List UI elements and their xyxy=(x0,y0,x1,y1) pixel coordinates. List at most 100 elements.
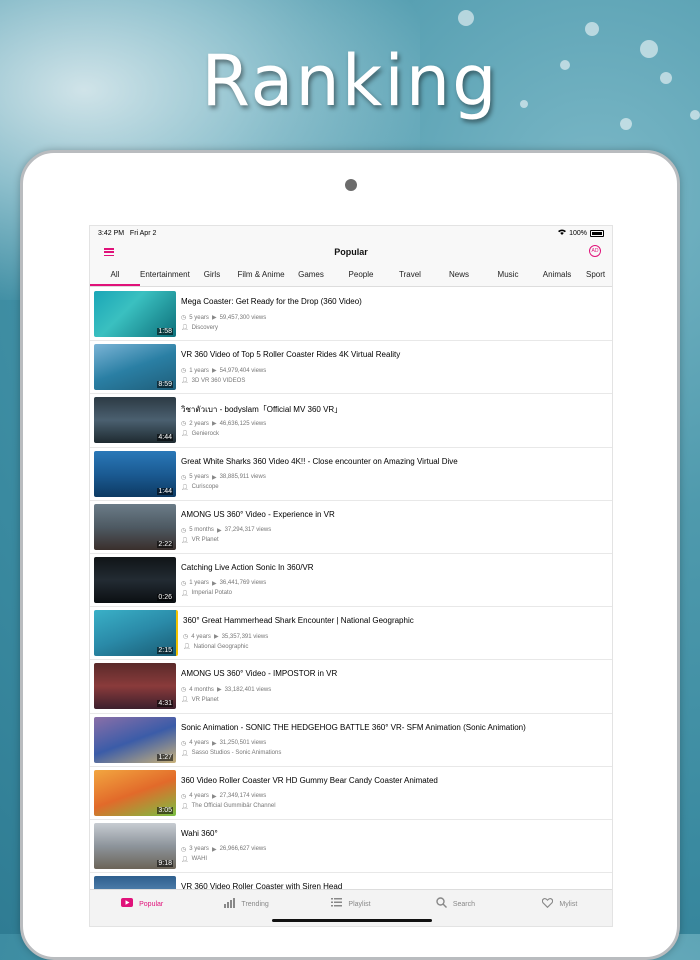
tab-news[interactable]: News xyxy=(434,264,484,286)
video-thumbnail[interactable]: 0:26 xyxy=(94,556,176,603)
video-duration: 0:26 xyxy=(157,593,173,601)
video-title: AMONG US 360° Video - IMPOSTOR in VR xyxy=(181,669,338,679)
clock-icon: ◷ xyxy=(181,846,187,853)
list-item[interactable]: 8:59 VR 360 Video of Top 5 Roller Coaste… xyxy=(90,341,612,395)
bokeh-dot xyxy=(458,10,474,26)
video-title: Great White Sharks 360 Video 4K!! - Clos… xyxy=(181,456,458,466)
list-item[interactable]: 4:44 วิชาตัวเบา - bodyslam「Official MV 3… xyxy=(90,394,612,448)
tab-entertainment[interactable]: Entertainment xyxy=(140,264,190,286)
battery-percent: 100% xyxy=(569,229,587,237)
play-icon: ▶ xyxy=(211,580,217,587)
user-icon: 👤︎ xyxy=(181,803,189,810)
bottom-tab-bar: Popular Trending Playlist Search Mylist xyxy=(90,889,612,926)
list-icon xyxy=(331,898,343,910)
list-item[interactable]: 3:05 360 Video Roller Coaster VR HD Gumm… xyxy=(90,767,612,820)
user-icon: 👤︎ xyxy=(183,644,191,651)
tab-music[interactable]: Music xyxy=(484,264,532,286)
user-icon: 👤︎ xyxy=(181,856,189,863)
tab-sport[interactable]: Sport xyxy=(582,264,612,286)
app-screen: 3:42 PM Fri Apr 2 100% Popular AD All En… xyxy=(89,225,613,927)
home-indicator xyxy=(272,919,432,922)
video-channel: National Geographic xyxy=(193,643,249,650)
video-thumbnail[interactable]: 1:58 xyxy=(94,291,176,337)
list-item[interactable]: 0:26 Catching Live Action Sonic In 360/V… xyxy=(90,554,612,608)
youtube-play-icon xyxy=(121,898,134,910)
menu-icon[interactable] xyxy=(104,248,114,256)
video-title: AMONG US 360° Video - Experience in VR xyxy=(181,509,335,519)
tab-animals[interactable]: Animals xyxy=(532,264,582,286)
play-icon: ▶ xyxy=(211,368,217,375)
bottom-tab-mylist[interactable]: Mylist xyxy=(508,890,612,926)
video-title: วิชาตัวเบา - bodyslam「Official MV 360 VR… xyxy=(181,405,343,414)
video-duration: 4:31 xyxy=(157,700,173,708)
video-channel: 3D VR 360 VIDEOS xyxy=(191,377,246,384)
tab-games[interactable]: Games xyxy=(286,264,336,286)
video-duration: 3:05 xyxy=(157,806,173,814)
battery-icon xyxy=(590,229,604,237)
camera xyxy=(345,179,357,191)
heart-icon xyxy=(542,897,554,911)
list-item[interactable]: 1:27 Sonic Animation - SONIC THE HEDGEHO… xyxy=(90,714,612,767)
video-age: 3 years xyxy=(189,846,209,853)
video-thumbnail[interactable]: 4:31 xyxy=(94,663,176,710)
play-icon: ▶ xyxy=(216,527,222,534)
user-icon: 👤︎ xyxy=(181,590,189,597)
list-item[interactable]: 4:31 AMONG US 360° Video - IMPOSTOR in V… xyxy=(90,660,612,714)
video-channel: VR Planet xyxy=(191,537,219,544)
video-thumbnail[interactable]: 3:05 xyxy=(94,769,176,816)
list-item[interactable]: 9:18 Wahi 360° ◷ 3 years ▶ 26,966,627 views… xyxy=(90,820,612,874)
video-age: 2 years xyxy=(189,420,209,427)
clock-icon: ◷ xyxy=(181,740,187,747)
clock-icon: ◷ xyxy=(181,527,187,534)
tab-all[interactable]: All xyxy=(90,264,140,286)
tab-travel[interactable]: Travel xyxy=(386,264,434,286)
video-age: 4 years xyxy=(189,740,209,746)
list-item[interactable]: 1:44 Great White Sharks 360 Video 4K!! -… xyxy=(90,448,612,501)
tab-girls[interactable]: Girls xyxy=(188,264,236,286)
video-channel: Imperial Potato xyxy=(191,590,232,597)
play-icon: ▶ xyxy=(211,315,217,321)
play-icon: ▶ xyxy=(211,474,217,481)
headline: Ranking xyxy=(201,40,499,122)
video-duration: 2:22 xyxy=(157,540,173,548)
ad-icon[interactable]: AD xyxy=(589,245,601,257)
video-thumbnail[interactable]: 2:22 xyxy=(94,503,176,550)
video-views: 38,885,911 views xyxy=(219,474,266,481)
list-item[interactable]: 1:58 Mega Coaster: Get Ready for the Dro… xyxy=(90,288,612,342)
video-views: 59,457,300 views xyxy=(219,314,267,321)
video-channel: WAHI xyxy=(191,856,208,863)
list-item[interactable]: 2:22 AMONG US 360° Video - Experience in… xyxy=(90,501,612,554)
video-views: 37,294,317 views xyxy=(224,527,272,534)
bar-chart-icon xyxy=(224,897,236,911)
user-icon: 👤︎ xyxy=(181,750,189,757)
video-title: 360 Video Roller Coaster VR HD Gummy Bea… xyxy=(181,775,438,785)
tab-film-anime[interactable]: Film & Anime xyxy=(236,264,286,286)
category-tabs: All Entertainment Girls Film & Anime Gam… xyxy=(90,264,612,287)
video-duration: 1:44 xyxy=(157,487,173,495)
user-icon: 👤︎ xyxy=(181,378,189,385)
list-item[interactable]: 2:15 360° Great Hammerhead Shark Encount… xyxy=(90,607,612,661)
video-thumbnail[interactable]: 9:18 xyxy=(94,822,176,869)
clock-icon: ◷ xyxy=(181,793,187,800)
video-list: 1:58 Mega Coaster: Get Ready for the Dro… xyxy=(90,288,612,926)
video-thumbnail[interactable]: 1:44 xyxy=(94,450,176,497)
clock-icon: ◷ xyxy=(181,421,187,428)
video-channel: Discovery xyxy=(191,324,218,331)
video-thumbnail[interactable]: 1:27 xyxy=(94,716,176,763)
video-title: Wahi 360° xyxy=(181,828,218,838)
video-thumbnail[interactable]: 2:15 xyxy=(94,610,178,657)
bottom-tab-popular[interactable]: Popular xyxy=(90,890,194,926)
video-duration: 1:27 xyxy=(157,753,173,761)
bottom-tab-label: Trending xyxy=(241,900,269,908)
video-duration: 9:18 xyxy=(157,859,173,867)
video-views: 31,250,501 views xyxy=(219,740,267,746)
video-views: 27,349,174 views xyxy=(219,793,267,800)
video-views: 46,636,125 views xyxy=(219,420,267,427)
status-time: 3:42 PM xyxy=(98,229,125,237)
video-title: Sonic Animation - SONIC THE HEDGEHOG BAT… xyxy=(181,722,526,732)
video-channel: Sasso Studios - Sonic Animations xyxy=(191,750,282,756)
tab-people[interactable]: People xyxy=(336,264,386,286)
video-thumbnail[interactable]: 4:44 xyxy=(94,397,176,444)
video-thumbnail[interactable]: 8:59 xyxy=(94,344,176,391)
video-age: 4 years xyxy=(189,793,209,800)
